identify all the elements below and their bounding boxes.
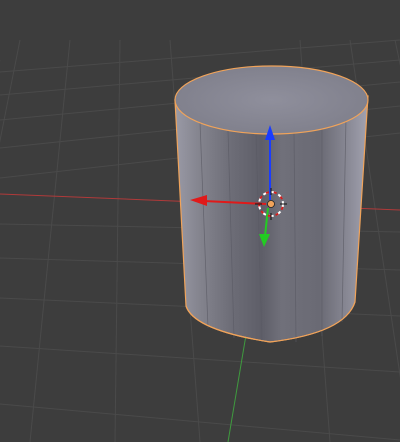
cylinder-top-face[interactable] [174, 65, 369, 135]
object-origin-icon [267, 200, 275, 208]
viewport-canvas[interactable] [0, 0, 400, 442]
3d-viewport[interactable] [0, 0, 400, 442]
